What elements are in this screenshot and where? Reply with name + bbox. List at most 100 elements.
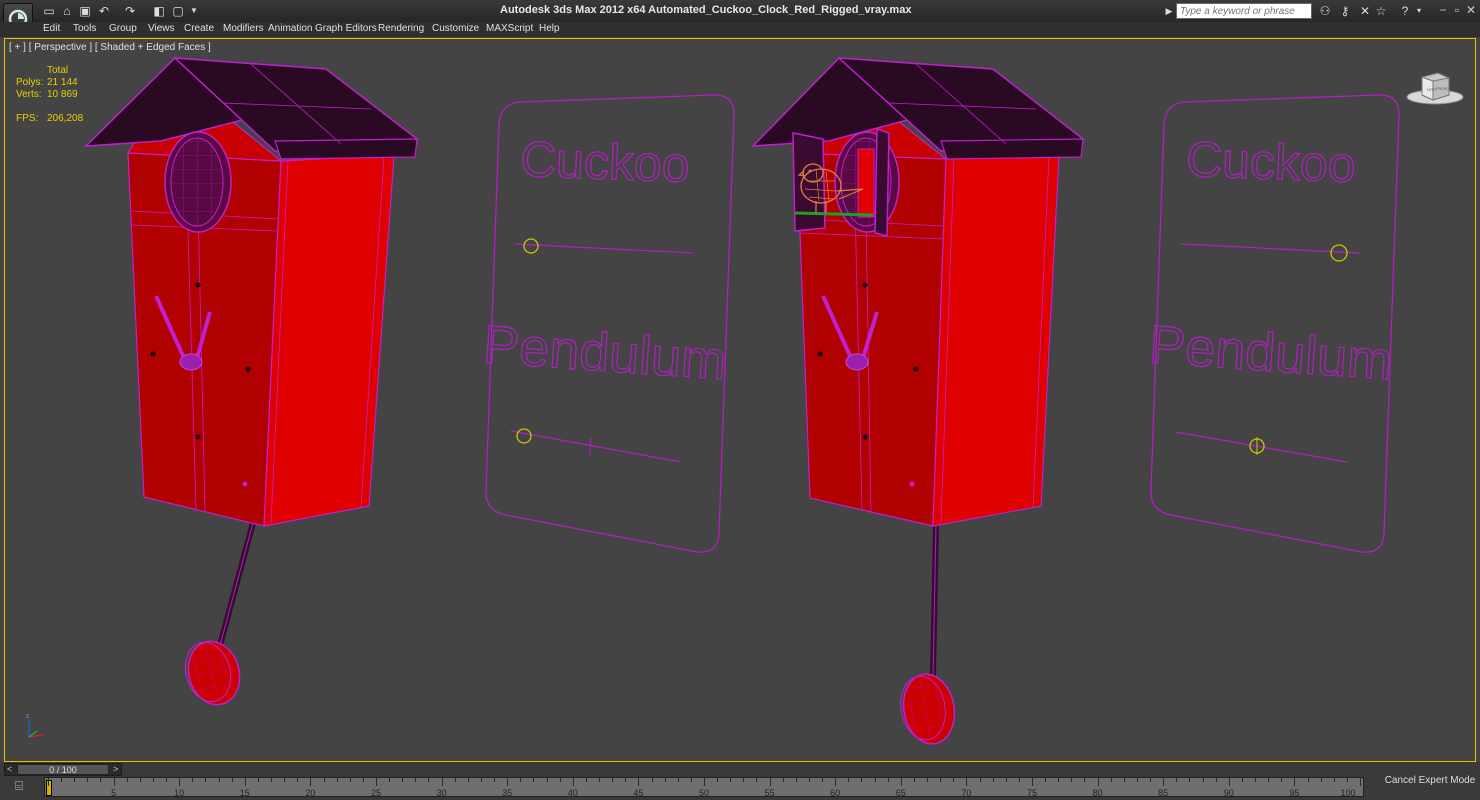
timeline-tick — [1071, 778, 1073, 782]
control-panel-left[interactable]: Cuckoo Pendulum — [481, 94, 735, 553]
timeline-tick — [546, 778, 548, 782]
timeline-tick-label: 70 — [961, 788, 972, 798]
timeline-tick-label: 90 — [1223, 788, 1234, 798]
timeline-tick — [297, 778, 299, 782]
timeline-tick-label: 25 — [370, 788, 382, 798]
timeline-tick — [402, 778, 404, 782]
save-file-icon[interactable]: ▣ — [78, 4, 92, 18]
timeline-tick-label: 30 — [436, 788, 447, 798]
menu-animation[interactable]: Animation — [268, 23, 312, 34]
viewport-label[interactable]: [ + ] [ Perspective ] [ Shaded + Edged F… — [9, 42, 211, 53]
timeline-tick — [1058, 778, 1060, 782]
panel-title-cuckoo: Cuckoo — [1185, 131, 1356, 193]
verts-label: Verts: — [16, 89, 42, 100]
open-mini-curve-editor-icon[interactable]: ⌸ — [10, 778, 28, 794]
timeline-tick — [362, 778, 364, 782]
next-frame-icon[interactable]: > — [113, 764, 118, 775]
time-slider[interactable]: < 0 / 100 > — [4, 763, 122, 776]
perspective-viewport[interactable]: Cuckoo Pendulum Cuckoo Pendulum [+] [… — [4, 38, 1476, 762]
menu-views[interactable]: Views — [148, 23, 175, 34]
new-file-icon[interactable]: ▭ — [42, 4, 56, 18]
menu-edit[interactable]: Edit — [43, 23, 60, 34]
timeline-tick — [205, 778, 207, 782]
axis-tripod-icon: z — [26, 714, 44, 738]
timeline-tick — [664, 778, 666, 782]
timeline-tick — [1189, 778, 1191, 782]
prev-frame-icon[interactable]: < — [7, 764, 12, 775]
timeline-tick — [1333, 778, 1335, 782]
help-dropdown-icon[interactable]: ▾ — [1412, 4, 1426, 18]
favorites-star-icon[interactable]: ☆ — [1374, 4, 1388, 18]
timeline-tick — [585, 778, 587, 782]
menu-rendering[interactable]: Rendering — [378, 23, 424, 34]
cuckoo-slider-handle[interactable] — [1330, 244, 1348, 262]
timeline-tick — [507, 778, 509, 786]
timeline-tick — [1045, 778, 1047, 782]
timeline-tick — [612, 778, 614, 782]
control-panel-right[interactable]: Cuckoo Pendulum — [1147, 94, 1400, 553]
timeline-tick — [1281, 778, 1283, 782]
menu-modifiers[interactable]: Modifiers — [223, 23, 264, 34]
timeline-tick-label: 10 — [174, 788, 185, 798]
timeline-tick — [900, 778, 902, 786]
menu-maxscript[interactable]: MAXScript — [486, 23, 533, 34]
help-icon[interactable]: ? — [1398, 4, 1412, 18]
menu-create[interactable]: Create — [184, 23, 214, 34]
menu-customize[interactable]: Customize — [432, 23, 479, 34]
timeline-tick-label: 50 — [698, 788, 710, 798]
menu-help[interactable]: Help — [539, 23, 560, 34]
title-bar: ▭ ⌂ ▣ ↶ ↷ ◧ ▢ ▼ Autodesk 3ds Max 2012 x6… — [0, 0, 1480, 35]
close-icon[interactable]: ✕ — [1464, 3, 1478, 17]
timeline-tick — [599, 778, 601, 782]
binoculars-icon[interactable]: ⚇ — [1318, 4, 1332, 18]
window-title: Autodesk 3ds Max 2012 x64 Automated_Cuck… — [500, 4, 912, 16]
time-slider-thumb[interactable]: 0 / 100 — [17, 764, 109, 775]
redo-icon[interactable]: ↷ — [123, 4, 137, 18]
timeline-tick — [730, 778, 732, 782]
viewcube-front-label: FRONT — [1436, 86, 1450, 91]
timeline-track[interactable]: 5 10 15 20 25 30 35 40 45 50 55 60 65 70 75 80 85 90 95 100 — [44, 777, 1364, 798]
timeline-tick-label: 35 — [502, 788, 513, 798]
timeline-tick-label: 55 — [764, 788, 775, 798]
bird-perch — [794, 211, 874, 217]
restore-icon[interactable]: ▫ — [1450, 3, 1464, 17]
current-frame-marker[interactable] — [46, 780, 52, 796]
timeline-tick — [638, 778, 640, 786]
menu-tools[interactable]: Tools — [73, 23, 96, 34]
search-input[interactable] — [1176, 3, 1312, 19]
clock-side-face — [263, 154, 395, 527]
timeline-tick — [717, 778, 719, 782]
cuckoo-slider-handle[interactable] — [523, 238, 539, 254]
infocenter-expand-icon[interactable]: ▶ — [1162, 4, 1176, 18]
timeline-tick — [87, 778, 89, 782]
timeline-tick — [677, 778, 679, 782]
pendulum-slider-handle[interactable] — [516, 428, 532, 444]
timeline-tick — [1241, 778, 1243, 782]
cuckoo-clock-right[interactable] — [751, 56, 1085, 748]
timeline-tick — [769, 778, 771, 786]
project-folder-icon[interactable]: ◧ — [152, 4, 166, 18]
window-crossing-icon[interactable]: ▢ — [171, 4, 185, 18]
undo-icon[interactable]: ↶ — [97, 4, 111, 18]
timeline-tick — [48, 778, 49, 786]
timeline-tick — [1228, 778, 1230, 786]
fps-label: FPS: — [16, 113, 39, 124]
timeline-tick — [244, 778, 246, 786]
minimize-icon[interactable]: − — [1436, 3, 1450, 17]
timeline-tick — [336, 778, 338, 782]
communication-icon[interactable]: ✕ — [1358, 4, 1372, 18]
pendulum-rod-wire — [218, 522, 254, 650]
timeline-tick — [1294, 778, 1296, 786]
viewcube-icon[interactable]: LEFT FRONT — [1405, 67, 1465, 107]
cuckoo-clock-left[interactable] — [84, 56, 419, 710]
timeline-tick — [1018, 778, 1020, 782]
subscription-key-icon[interactable]: ⚷ — [1338, 4, 1352, 18]
quick-access-dropdown-icon[interactable]: ▼ — [187, 4, 201, 18]
menu-group[interactable]: Group — [109, 23, 137, 34]
cancel-expert-mode-button[interactable]: Cancel Expert Mode — [1384, 766, 1476, 796]
open-file-icon[interactable]: ⌂ — [60, 4, 74, 18]
timeline-tick — [61, 778, 63, 782]
timeline-tick-label: 65 — [895, 788, 906, 798]
timeline-tick — [822, 778, 824, 782]
menu-graph-editors[interactable]: Graph Editors — [315, 23, 377, 34]
